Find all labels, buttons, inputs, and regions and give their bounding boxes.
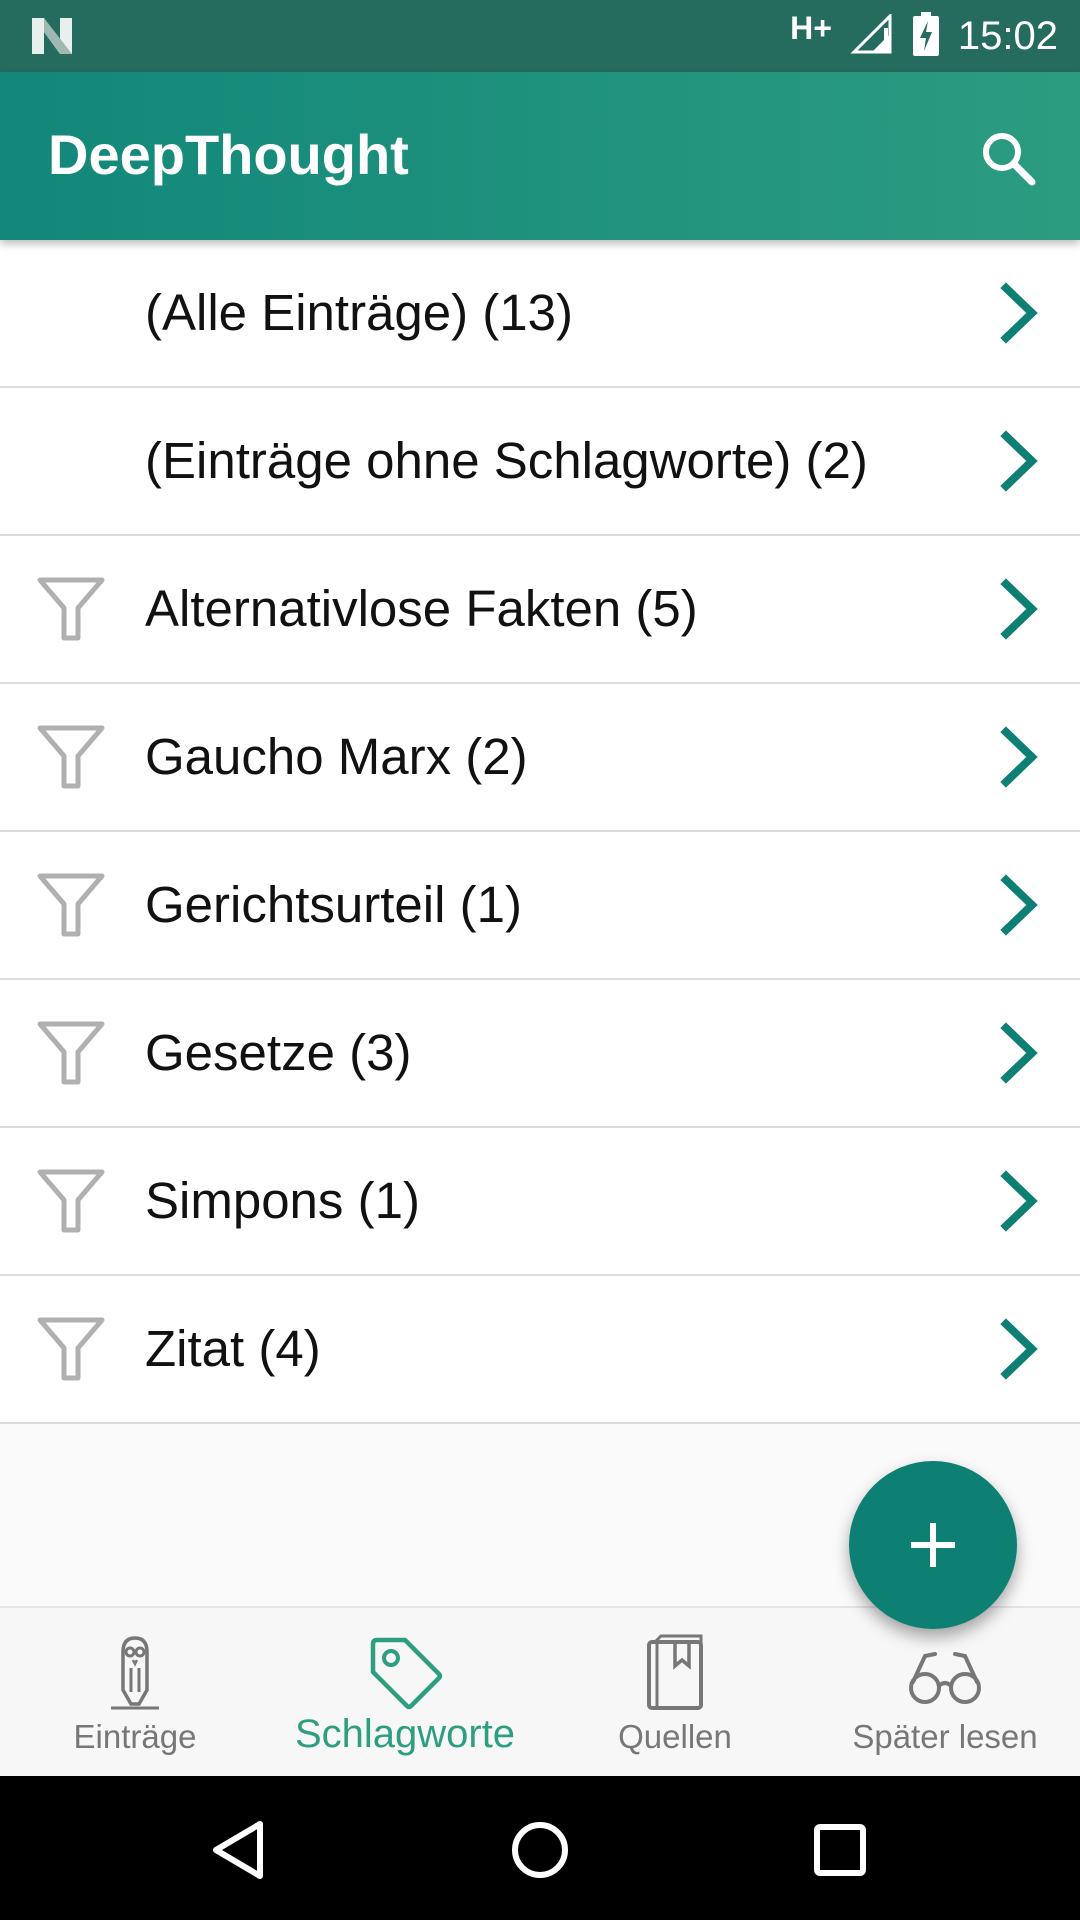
- network-type: H+: [790, 9, 832, 46]
- app-bar: DeepThought: [0, 72, 1080, 240]
- tag-label: (Alle Einträge) (13): [145, 284, 573, 341]
- chevron-right-icon[interactable]: [998, 282, 1042, 344]
- tag-list-item[interactable]: (Einträge ohne Schlagworte) (2): [0, 388, 1080, 536]
- glasses-icon: [909, 1652, 981, 1704]
- bottom-navigation: Einträge Schlagworte Quellen Später lese…: [0, 1606, 1080, 1778]
- plus-icon: [911, 1523, 955, 1567]
- signal-icon: [850, 11, 894, 59]
- recents-button[interactable]: [800, 1810, 880, 1890]
- tag-list-item[interactable]: Gerichtsurteil (1): [0, 832, 1080, 980]
- search-button[interactable]: [976, 126, 1040, 190]
- nav-item-eintraege[interactable]: Einträge: [0, 1608, 270, 1778]
- back-icon: [213, 1821, 263, 1879]
- filter-icon[interactable]: [36, 1316, 106, 1382]
- chevron-right-icon[interactable]: [998, 726, 1042, 788]
- clock: 15:02: [957, 13, 1058, 58]
- tag-label: Gesetze (3): [145, 1024, 412, 1081]
- notification-n-icon: [30, 16, 74, 61]
- chevron-right-icon[interactable]: [998, 1318, 1042, 1380]
- tag-icon: [370, 1637, 443, 1710]
- tag-list-item[interactable]: Gesetze (3): [0, 980, 1080, 1128]
- filter-icon[interactable]: [36, 1020, 106, 1086]
- nav-item-quellen[interactable]: Quellen: [540, 1608, 810, 1778]
- tag-list-item[interactable]: Gaucho Marx (2): [0, 684, 1080, 832]
- nav-label-spaeter-lesen: Später lesen: [852, 1718, 1038, 1755]
- tag-label: Zitat (4): [145, 1320, 321, 1377]
- nav-label-quellen: Quellen: [618, 1718, 732, 1755]
- status-bar: H+ 15:02: [0, 0, 1080, 72]
- home-icon: [512, 1822, 568, 1878]
- app-title: DeepThought: [48, 123, 409, 186]
- search-icon: [983, 133, 1036, 186]
- tag-list-item[interactable]: (Alle Einträge) (13): [0, 240, 1080, 388]
- owl-pen-icon: [111, 1636, 159, 1710]
- tag-label: Gerichtsurteil (1): [145, 876, 522, 933]
- chevron-right-icon[interactable]: [998, 578, 1042, 640]
- home-button[interactable]: [500, 1810, 580, 1890]
- chevron-right-icon[interactable]: [998, 874, 1042, 936]
- tag-list: (Alle Einträge) (13) (Einträge ohne Schla…: [0, 240, 1080, 1424]
- recents-icon: [814, 1824, 866, 1876]
- tag-label: Gaucho Marx (2): [145, 728, 528, 785]
- system-navigation-bar: [0, 1776, 1080, 1920]
- nav-label-eintraege: Einträge: [73, 1718, 197, 1755]
- nav-item-schlagworte[interactable]: Schlagworte: [270, 1608, 540, 1778]
- filter-icon[interactable]: [36, 872, 106, 938]
- chevron-right-icon[interactable]: [998, 1022, 1042, 1084]
- battery-charging-icon: [912, 11, 940, 61]
- back-button[interactable]: [200, 1810, 280, 1890]
- filter-icon[interactable]: [36, 724, 106, 790]
- tag-label: Alternativlose Fakten (5): [145, 580, 698, 637]
- tag-list-item[interactable]: Alternativlose Fakten (5): [0, 536, 1080, 684]
- filter-icon[interactable]: [36, 576, 106, 642]
- chevron-right-icon[interactable]: [998, 1170, 1042, 1232]
- add-tag-button[interactable]: [849, 1461, 1017, 1629]
- nav-item-spaeter-lesen[interactable]: Später lesen: [810, 1608, 1080, 1778]
- filter-icon[interactable]: [36, 1168, 106, 1234]
- tag-label: Simpons (1): [145, 1172, 420, 1229]
- tag-list-item[interactable]: Zitat (4): [0, 1276, 1080, 1424]
- nav-label-schlagworte: Schlagworte: [294, 1712, 516, 1756]
- book-icon: [647, 1634, 703, 1710]
- tag-label: (Einträge ohne Schlagworte) (2): [145, 432, 868, 489]
- tag-list-item[interactable]: Simpons (1): [0, 1128, 1080, 1276]
- chevron-right-icon[interactable]: [998, 430, 1042, 492]
